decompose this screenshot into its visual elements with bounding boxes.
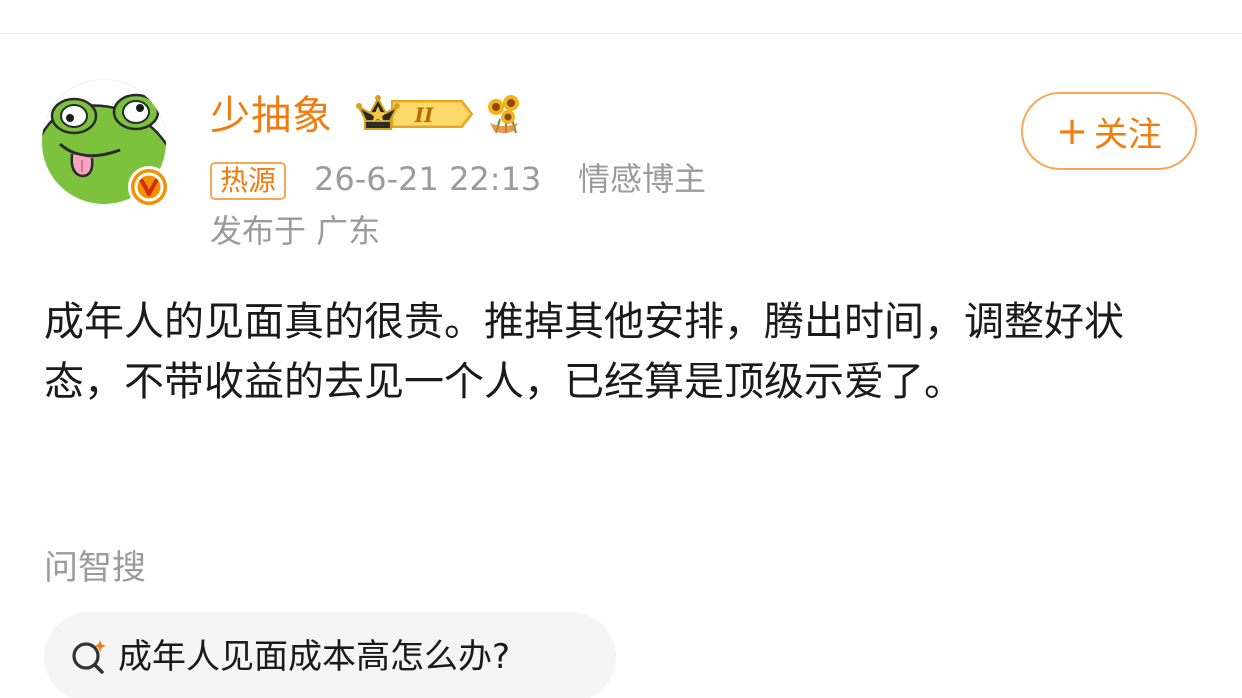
post-content: 成年人的见面真的很贵。推掉其他安排，腾出时间，调整好状态，不带收益的去见一个人，… bbox=[44, 299, 1124, 405]
ai-question-text: 成年人见面成本高怎么办? bbox=[118, 637, 511, 677]
plus-icon: + bbox=[1056, 109, 1088, 153]
sunflower-icon bbox=[488, 95, 519, 134]
weibo-post-page: 少抽象 II 热源 26-6-21 22:13 情感博主 发布于 广东 + 关注 bbox=[0, 0, 1242, 698]
hot-tag-badge: 热源 bbox=[210, 162, 287, 200]
author-name[interactable]: 少抽象 bbox=[210, 88, 333, 144]
crown-level-badge-icon[interactable]: II bbox=[356, 93, 474, 135]
top-divider bbox=[0, 33, 1242, 34]
follow-button[interactable]: + 关注 bbox=[1021, 92, 1197, 170]
author-type-label: 情感博主 bbox=[578, 160, 707, 198]
verified-v-icon bbox=[134, 172, 164, 202]
post-timestamp: 26-6-21 22:13 bbox=[314, 160, 542, 198]
svg-text:II: II bbox=[414, 103, 434, 127]
follow-button-label: 关注 bbox=[1093, 114, 1162, 155]
ai-search-icon bbox=[72, 640, 106, 674]
verified-badge bbox=[128, 166, 170, 208]
post-location: 发布于 广东 bbox=[210, 212, 381, 250]
ai-question-chip[interactable]: 成年人见面成本高怎么办? bbox=[44, 612, 616, 698]
ai-search-label: 问智搜 bbox=[44, 548, 146, 588]
